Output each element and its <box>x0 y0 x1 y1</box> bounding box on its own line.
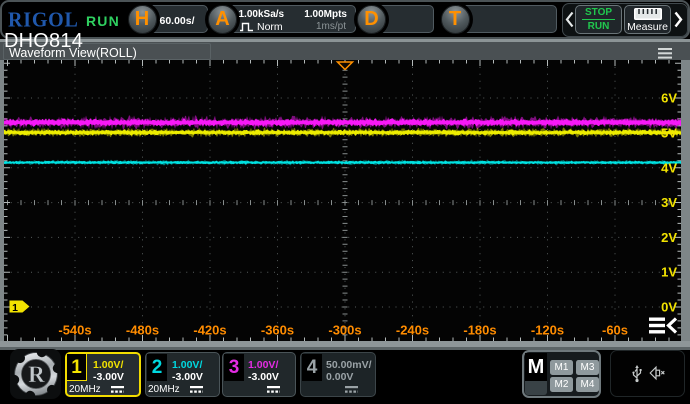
svg-text:-480s: -480s <box>126 323 159 338</box>
svg-text:3V: 3V <box>661 195 677 210</box>
svg-text:1: 1 <box>12 302 18 314</box>
svg-text:0V: 0V <box>661 300 677 315</box>
svg-text:-420s: -420s <box>193 323 226 338</box>
svg-text:6V: 6V <box>661 91 677 106</box>
svg-text:R: R <box>28 362 45 387</box>
svg-text:-60s: -60s <box>602 323 628 338</box>
svg-text:-180s: -180s <box>463 323 496 338</box>
svg-text:4V: 4V <box>661 160 677 175</box>
svg-text:-120s: -120s <box>531 323 564 338</box>
svg-text:1V: 1V <box>661 265 677 280</box>
svg-text:-360s: -360s <box>261 323 294 338</box>
svg-text:-240s: -240s <box>396 323 429 338</box>
svg-text:-540s: -540s <box>58 323 91 338</box>
svg-text:-300s: -300s <box>328 323 361 338</box>
svg-text:5V: 5V <box>661 125 677 140</box>
svg-text:2V: 2V <box>661 230 677 245</box>
